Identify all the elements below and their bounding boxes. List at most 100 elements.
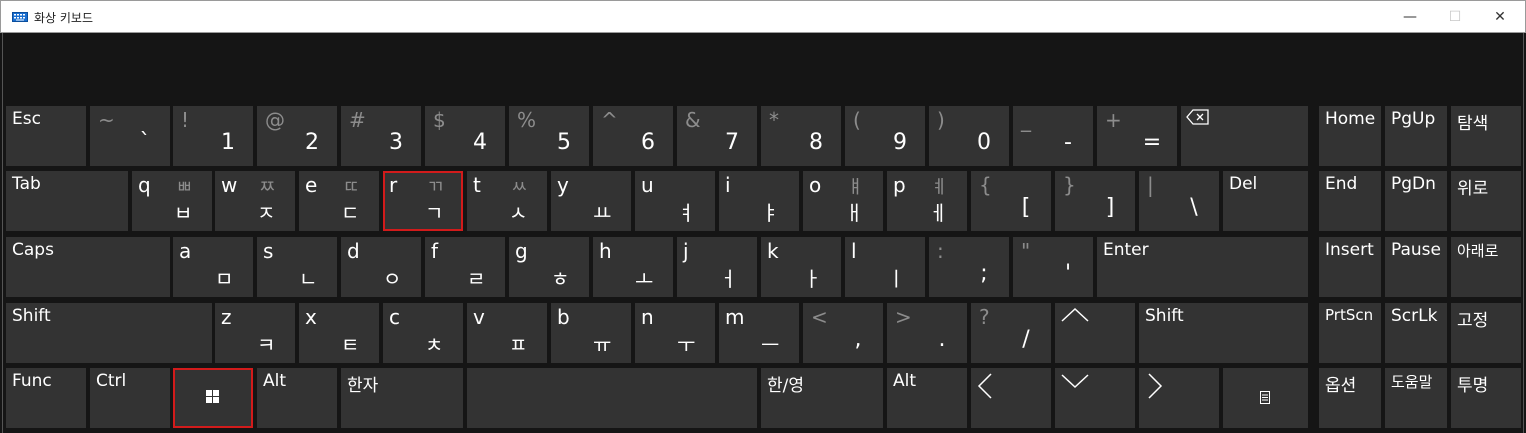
key-backtick[interactable]: ~ ` (90, 106, 170, 166)
key-z[interactable]: zㅋ (215, 303, 295, 363)
maximize-button[interactable]: ☐ (1432, 1, 1478, 33)
key-equals[interactable]: + = (1097, 106, 1177, 166)
key-y[interactable]: yㅛ (551, 171, 631, 231)
key-t[interactable]: t ㅆㅅ (467, 171, 547, 231)
key-s[interactable]: sㄴ (257, 237, 337, 297)
key-d[interactable]: dㅇ (341, 237, 421, 297)
key-n[interactable]: nㅜ (635, 303, 715, 363)
key-scrlk[interactable]: ScrLk (1385, 303, 1447, 363)
key-arrow-right[interactable] (1139, 368, 1219, 428)
key-arrow-up[interactable] (1055, 303, 1135, 363)
key-g[interactable]: gㅎ (509, 237, 589, 297)
key-i[interactable]: iㅑ (719, 171, 799, 231)
key-prtscn[interactable]: PrtScn (1319, 303, 1381, 363)
minimize-button[interactable]: — (1387, 1, 1433, 33)
key-w[interactable]: wㅉㅈ (215, 171, 295, 231)
key-2[interactable]: @2 (257, 106, 337, 166)
key-backspace[interactable] (1181, 106, 1308, 166)
key-help[interactable]: 도움말 (1385, 368, 1447, 428)
key-alt-left[interactable]: Alt (257, 368, 337, 428)
key-h[interactable]: hㅗ (593, 237, 673, 297)
key-hangul: ㄹ (467, 267, 486, 291)
key-m[interactable]: mㅡ (719, 303, 799, 363)
key-label: 고정 (1457, 311, 1489, 331)
key-latin: m (725, 305, 745, 329)
key-j[interactable]: jㅓ (677, 237, 757, 297)
key-e[interactable]: e ㄸㄷ (299, 171, 379, 231)
key-latin: b (557, 305, 570, 329)
key-quote[interactable]: " ' (1013, 237, 1093, 297)
key-shift-hangul: ㅆ (511, 177, 528, 198)
key-end[interactable]: End (1319, 171, 1381, 231)
key-pause[interactable]: Pause (1385, 237, 1447, 297)
key-l[interactable]: lㅣ (845, 237, 925, 297)
key-r[interactable]: r ㄲㄱ (383, 171, 463, 231)
key-comma[interactable]: <, (803, 303, 883, 363)
key-pgup[interactable]: PgUp (1385, 106, 1447, 166)
key-insert[interactable]: Insert (1319, 237, 1381, 297)
key-windows[interactable] (173, 368, 253, 428)
key-hangul: ㄴ (299, 267, 318, 291)
key-minus[interactable]: _ - (1013, 106, 1093, 166)
key-label: Tab (12, 174, 41, 194)
key-1[interactable]: ! 1 (173, 106, 253, 166)
key-k[interactable]: kㅏ (761, 237, 841, 297)
key-latin: y (557, 173, 569, 197)
key-0[interactable]: ) 0 (929, 106, 1009, 166)
key-v[interactable]: vㅍ (467, 303, 547, 363)
key-period[interactable]: >. (887, 303, 967, 363)
key-p[interactable]: p ㅖㅔ (887, 171, 967, 231)
key-u[interactable]: uㅕ (635, 171, 715, 231)
key-arrow-down[interactable] (1055, 368, 1135, 428)
key-right-bracket[interactable]: }] (1055, 171, 1135, 231)
key-func[interactable]: Func (6, 368, 86, 428)
key-9[interactable]: (9 (845, 106, 925, 166)
key-options[interactable]: 옵션 (1319, 368, 1381, 428)
key-hanyeong[interactable]: 한/영 (761, 368, 883, 428)
key-left-bracket[interactable]: {[ (971, 171, 1051, 231)
key-tab[interactable]: Tab (6, 171, 128, 231)
close-button[interactable]: ✕ (1477, 1, 1523, 33)
key-enter[interactable]: Enter (1097, 237, 1308, 297)
key-5[interactable]: % 5 (509, 106, 589, 166)
key-menu[interactable] (1223, 368, 1308, 428)
key-o[interactable]: o ㅒㅐ (803, 171, 883, 231)
key-fade[interactable]: 투명 (1451, 368, 1521, 428)
key-shift-label: : (937, 239, 944, 263)
key-dock[interactable]: 고정 (1451, 303, 1521, 363)
key-arrow-left[interactable] (971, 368, 1051, 428)
key-navigate[interactable]: 탐색 (1451, 106, 1521, 166)
key-hangul: ㅍ (509, 333, 528, 357)
key-caps[interactable]: Caps (6, 237, 170, 297)
key-semicolon[interactable]: :; (929, 237, 1009, 297)
key-alt-right[interactable]: Alt (887, 368, 967, 428)
key-7[interactable]: & 7 (677, 106, 757, 166)
key-8[interactable]: * 8 (761, 106, 841, 166)
key-hanja[interactable]: 한자 (341, 368, 463, 428)
key-esc[interactable]: Esc (6, 106, 86, 166)
key-label: . (938, 327, 946, 352)
key-x[interactable]: xㅌ (299, 303, 379, 363)
key-move-down[interactable]: 아래로 (1451, 237, 1521, 297)
key-move-up[interactable]: 위로 (1451, 171, 1521, 231)
key-q[interactable]: q ㅃㅂ (132, 171, 212, 231)
key-backslash[interactable]: | \ (1139, 171, 1219, 231)
key-del[interactable]: Del (1223, 171, 1308, 231)
key-latin: a (179, 239, 192, 263)
key-pgdn[interactable]: PgDn (1385, 171, 1447, 231)
key-ctrl[interactable]: Ctrl (90, 368, 170, 428)
key-shift-left[interactable]: Shift (6, 303, 212, 363)
key-slash[interactable]: ? / (971, 303, 1051, 363)
key-c[interactable]: cㅊ (383, 303, 463, 363)
key-b[interactable]: bㅠ (551, 303, 631, 363)
key-f[interactable]: fㄹ (425, 237, 505, 297)
key-space[interactable] (467, 368, 757, 428)
key-4[interactable]: $4 (425, 106, 505, 166)
key-a[interactable]: aㅁ (173, 237, 253, 297)
key-shift-right[interactable]: Shift (1139, 303, 1308, 363)
key-6[interactable]: ^ 6 (593, 106, 673, 166)
chevron-left-icon (977, 373, 992, 399)
key-latin: l (851, 239, 857, 263)
key-3[interactable]: #3 (341, 106, 421, 166)
key-home[interactable]: Home (1319, 106, 1381, 166)
